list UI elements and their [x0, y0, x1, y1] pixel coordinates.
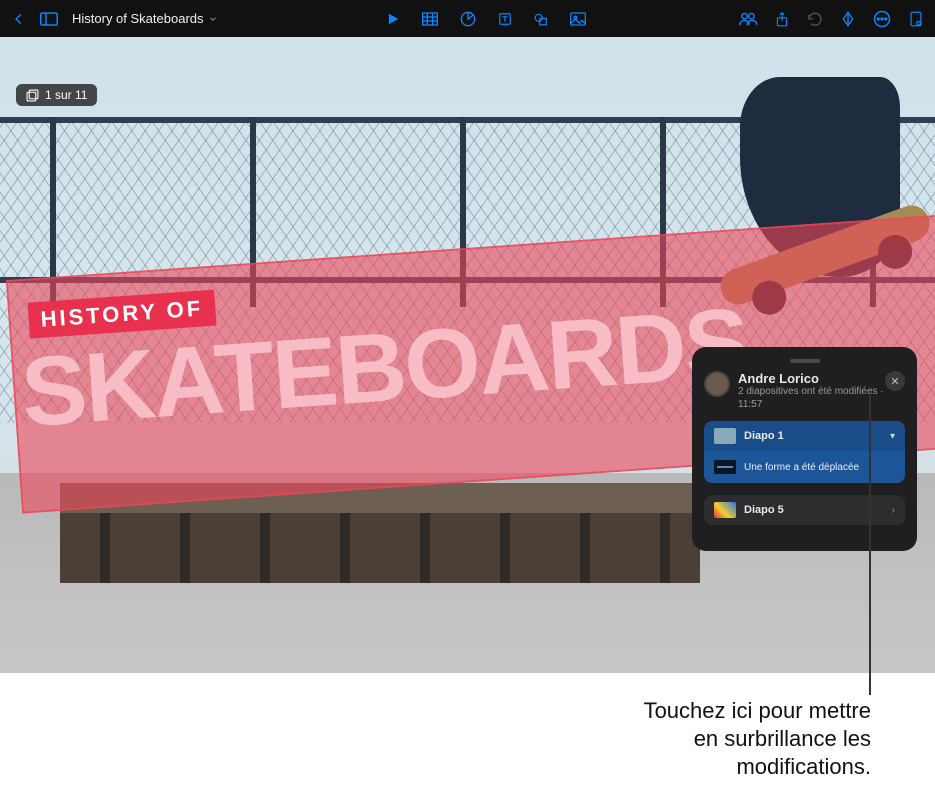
play-icon[interactable] — [386, 12, 400, 26]
toolbar: History of Skateboards — [0, 0, 935, 37]
slide-thumbnail — [714, 428, 736, 444]
callout-line: modifications. — [531, 753, 871, 781]
activity-slide-item: Diapo 1 ▾ Une forme a été déplacée — [704, 421, 905, 483]
more-icon[interactable] — [873, 10, 891, 28]
table-icon[interactable] — [422, 12, 438, 26]
media-icon[interactable] — [570, 12, 586, 26]
callout-pointer — [869, 395, 871, 695]
callout: Touchez ici pour mettre en surbrillance … — [531, 697, 871, 781]
sidebar-toggle-icon[interactable] — [40, 12, 58, 26]
activity-change-text: Une forme a été déplacée — [744, 462, 859, 473]
slides-icon — [26, 89, 39, 102]
chevron-right-icon: › — [892, 505, 895, 516]
slide-counter-text: 1 sur 11 — [45, 88, 87, 102]
shape-icon[interactable] — [534, 12, 548, 26]
change-thumbnail — [714, 460, 736, 474]
slide-canvas[interactable]: HISTORY OF SKATEBOARDS 1 sur 11 Andre Lo… — [0, 37, 935, 673]
activity-slide-toggle[interactable]: Diapo 5 › — [704, 495, 905, 525]
callout-line: en surbrillance les — [531, 725, 871, 753]
chart-icon[interactable] — [460, 11, 476, 27]
format-icon[interactable] — [841, 11, 855, 27]
activity-summary: 2 diapositives ont été modifiées · — [738, 386, 884, 399]
document-options-icon[interactable] — [909, 11, 923, 27]
chevron-down-icon: ▾ — [890, 431, 895, 442]
callout-line: Touchez ici pour mettre — [531, 697, 871, 725]
drag-handle[interactable] — [790, 359, 820, 363]
collaborate-icon[interactable] — [739, 12, 757, 26]
avatar — [704, 371, 730, 397]
slide-counter[interactable]: 1 sur 11 — [16, 84, 97, 106]
undo-icon[interactable] — [807, 12, 823, 26]
share-icon[interactable] — [775, 11, 789, 27]
back-icon[interactable] — [12, 12, 26, 26]
activity-author: Andre Lorico — [738, 371, 884, 386]
document-title-text: History of Skateboards — [72, 11, 204, 26]
slide-thumbnail — [714, 502, 736, 518]
activity-slide-toggle[interactable]: Diapo 1 ▾ — [704, 421, 905, 451]
activity-panel: Andre Lorico 2 diapositives ont été modi… — [692, 347, 917, 551]
text-icon[interactable] — [498, 12, 512, 26]
close-icon[interactable]: ✕ — [885, 371, 905, 391]
document-title[interactable]: History of Skateboards — [72, 11, 218, 26]
activity-time: 11:57 — [738, 399, 884, 412]
activity-slide-label: Diapo 1 — [744, 430, 882, 442]
activity-slide-label: Diapo 5 — [744, 504, 884, 516]
activity-slide-item: Diapo 5 › — [704, 495, 905, 525]
activity-change-row[interactable]: Une forme a été déplacée — [704, 451, 905, 483]
